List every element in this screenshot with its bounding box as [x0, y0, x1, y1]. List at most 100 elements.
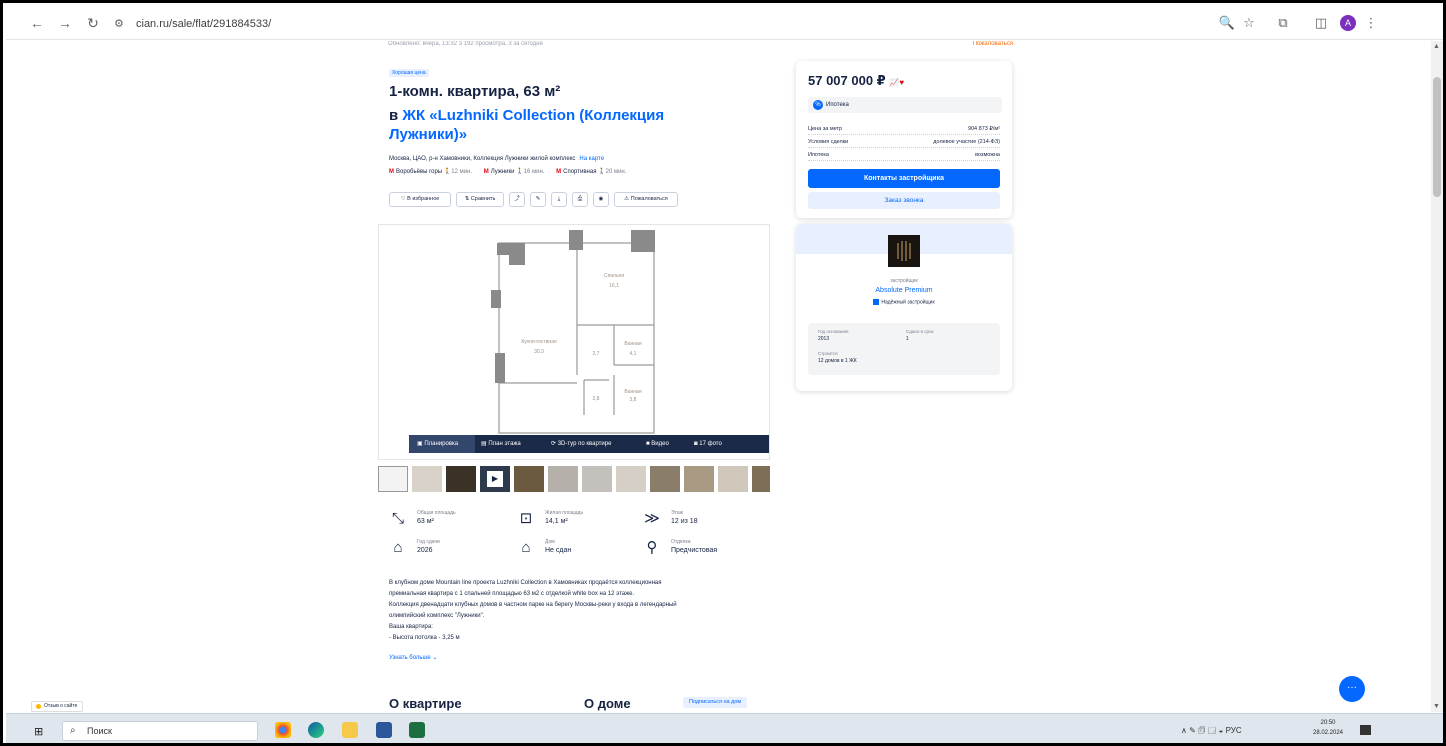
- metro-icon: М: [389, 169, 394, 175]
- excel-icon[interactable]: [409, 722, 425, 738]
- notification-icon[interactable]: [1360, 725, 1371, 735]
- zoom-icon[interactable]: 🔍: [1218, 14, 1236, 32]
- file-explorer-icon[interactable]: [342, 722, 358, 738]
- feedback-button[interactable]: Отзыв о сайте: [31, 701, 84, 712]
- print-icon[interactable]: ⎙: [572, 192, 588, 207]
- thumbnail[interactable]: [752, 466, 770, 492]
- thumbnail[interactable]: [514, 466, 544, 492]
- bookmark-star-icon[interactable]: ☆: [1240, 14, 1258, 32]
- listing-meta: Обновлено: вчера, 13:32 3 192 просмотра,…: [388, 41, 1013, 51]
- price-change-icon: ♥: [899, 78, 905, 87]
- price-row: Ипотека возможна: [808, 152, 1000, 161]
- site-info-icon[interactable]: ⚙: [114, 14, 128, 34]
- edit-icon[interactable]: ✎: [530, 192, 546, 207]
- compare-button[interactable]: ⇅ Сравнить: [456, 192, 504, 207]
- room-label: Ванная: [624, 389, 641, 395]
- thumbnail[interactable]: [650, 466, 680, 492]
- stat-delivered: Сдано в срок 1: [906, 329, 934, 342]
- price-row: Цена за метр 904 873 ₽/м²: [808, 126, 1000, 135]
- floor-plan-drawing: Спальня 16,1 Кухня-гостиная 30,3 Ванная …: [491, 230, 655, 434]
- menu-kebab-icon[interactable]: ⋮: [1362, 14, 1380, 32]
- building-icon: ⌂: [393, 539, 403, 556]
- thumbnail[interactable]: [718, 466, 748, 492]
- thumbnail[interactable]: [446, 466, 476, 492]
- profile-avatar[interactable]: A: [1340, 15, 1356, 31]
- app-icon[interactable]: [376, 722, 392, 738]
- update-info: Обновлено: вчера, 13:32 3 192 просмотра,…: [388, 41, 543, 47]
- thumbnail[interactable]: [548, 466, 578, 492]
- room-area: 3,8: [630, 397, 637, 403]
- hide-icon[interactable]: ◉: [593, 192, 609, 207]
- room-label: Спальня: [604, 273, 624, 279]
- mortgage-icon: %: [813, 100, 823, 110]
- living-area-icon: ⊡: [519, 510, 533, 527]
- edge-icon[interactable]: [308, 722, 324, 738]
- price-history-icon[interactable]: 📈: [889, 78, 899, 87]
- thumbnail[interactable]: [616, 466, 646, 492]
- callback-button[interactable]: Заказ звонка: [808, 192, 1000, 209]
- stat-founded: Год основания 2013: [818, 329, 849, 342]
- reload-icon[interactable]: ↻: [84, 14, 102, 32]
- check-icon: [873, 299, 880, 305]
- chrome-icon[interactable]: [275, 722, 291, 738]
- tab-3d-tour[interactable]: ⟳ 3D-тур по квартире: [551, 435, 637, 453]
- extensions-icon[interactable]: ⧉: [1274, 14, 1292, 32]
- description: В клубном доме Mountain line проекта Luz…: [389, 580, 677, 641]
- thumbnail-plan[interactable]: [378, 466, 408, 492]
- sidepanel-icon[interactable]: ◫: [1312, 14, 1330, 32]
- complex-link[interactable]: в ЖК «Luzhniki Collection (Коллекция Луж…: [389, 106, 729, 144]
- price-row: Условия сделки долевое участие (214-ФЗ): [808, 139, 1000, 148]
- room-area: 30,3: [534, 349, 544, 355]
- thumbnail[interactable]: [412, 466, 442, 492]
- param-living-area: ⊡ Жилая площадь 14,1 м²: [517, 508, 637, 532]
- search-icon: ⌕: [70, 725, 76, 736]
- room-area: 16,1: [609, 283, 619, 289]
- favorite-button[interactable]: ♡ В избранное: [389, 192, 451, 207]
- developer-logo[interactable]: [888, 235, 920, 267]
- play-icon: ▶: [487, 471, 503, 487]
- tab-photos[interactable]: ◙ 17 фото: [694, 435, 744, 453]
- report-link[interactable]: Пожаловаться: [973, 41, 1013, 47]
- stat-building: Строится 12 домов в 1 ЖК: [818, 351, 857, 364]
- address: Москва, ЦАО, р-н Хамовники, Коллекция Лу…: [389, 156, 605, 162]
- developer-card: застройщик Absolute Premium Надёжный зас…: [796, 224, 1012, 391]
- back-icon[interactable]: ←: [28, 14, 46, 32]
- room-area: 2,7: [593, 351, 600, 357]
- verified-badge: Надёжный застройщик: [796, 299, 1012, 305]
- clock[interactable]: 20:50 28.02.2024: [1308, 718, 1348, 738]
- tab-video[interactable]: ■ Видео: [646, 435, 686, 453]
- feedback-icon: [36, 704, 41, 709]
- metro-icon: М: [483, 169, 489, 175]
- page-scrollbar[interactable]: ▲ ▼: [1431, 41, 1443, 712]
- room-label: Ванная: [624, 341, 641, 347]
- download-icon[interactable]: ⤓: [551, 192, 567, 207]
- metro-station: Спортивная: [563, 169, 597, 175]
- subscribe-house-button[interactable]: Подписаться на дом: [683, 697, 748, 708]
- tab-floor-plan[interactable]: ▤ План этажа: [481, 435, 543, 453]
- thumbnail[interactable]: [684, 466, 714, 492]
- listing-title: 1-комн. квартира, 63 м²: [389, 83, 561, 100]
- address-bar[interactable]: ⚙ cian.ru/sale/flat/291884533/: [114, 14, 1194, 34]
- metro-station: Лужники: [490, 169, 515, 175]
- param-floor: ≫ Этаж 12 из 18: [644, 510, 698, 527]
- floor-icon: ≫: [644, 510, 660, 527]
- mortgage-banner[interactable]: % Ипотека: [808, 97, 1002, 113]
- show-more-link[interactable]: Узнать больше ⌄: [389, 654, 437, 661]
- map-link[interactable]: На карте: [579, 156, 604, 162]
- tab-layout[interactable]: ▣ Планировка: [409, 435, 475, 453]
- thumbnail-video[interactable]: ▶: [480, 466, 510, 492]
- taskbar-search[interactable]: ⌕ Поиск: [62, 721, 258, 741]
- floor-plan-image[interactable]: Спальня 16,1 Кухня-гостиная 30,3 Ванная …: [378, 224, 770, 460]
- thumbnail[interactable]: [582, 466, 612, 492]
- system-tray[interactable]: ∧ ✎ 🗊 🗔 ◒ РУС: [1181, 725, 1242, 739]
- share-icon[interactable]: ⤴: [509, 192, 525, 207]
- complain-button[interactable]: ⚠ Пожаловаться: [614, 192, 678, 207]
- forward-icon[interactable]: →: [56, 14, 74, 32]
- metro-station: Воробьёвы горы: [396, 169, 443, 175]
- windows-start-icon[interactable]: ⊞: [34, 725, 43, 738]
- param-house: ⌂ Дом Не сдан: [517, 537, 637, 561]
- contacts-developer-button[interactable]: Контакты застройщика: [808, 169, 1000, 188]
- chat-button[interactable]: ···: [1339, 676, 1365, 702]
- developer-name[interactable]: Absolute Premium: [796, 287, 1012, 294]
- screen: ← → ↻ ⚙ cian.ru/sale/flat/291884533/ 🔍 ☆ …: [0, 0, 1446, 746]
